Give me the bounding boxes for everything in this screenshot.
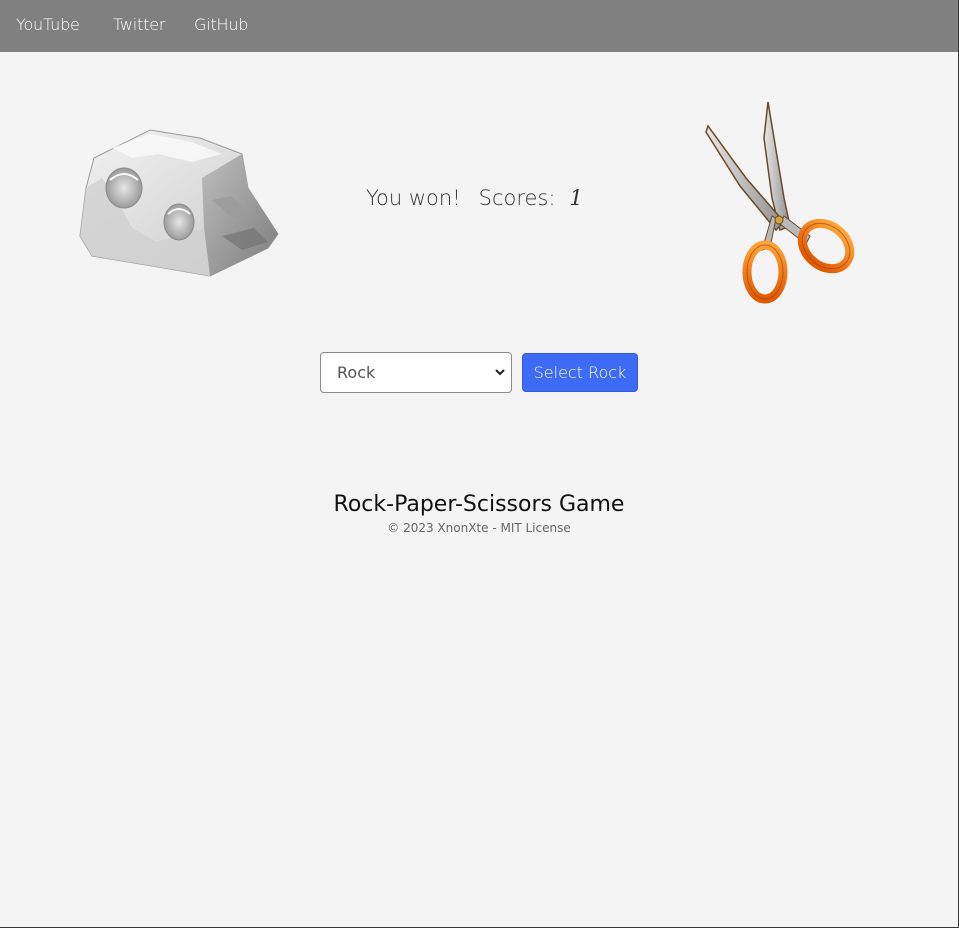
choice-select[interactable]: Rock xyxy=(320,352,512,393)
nav-link-youtube[interactable]: YouTube xyxy=(16,15,80,34)
footer-title: Rock-Paper-Scissors Game xyxy=(333,492,625,517)
result-text: You won! xyxy=(366,186,461,210)
choice-select-value: Rock xyxy=(337,363,376,382)
scores-label: Scores: xyxy=(478,186,556,210)
navbar: YouTube Twitter GitHub xyxy=(0,0,958,52)
score-value: 1 xyxy=(569,186,583,210)
rock-image xyxy=(79,129,279,277)
nav-link-github[interactable]: GitHub xyxy=(194,15,248,34)
chevron-down-icon xyxy=(495,369,505,376)
footer-copyright: © 2023 XnonXte - MIT License xyxy=(387,521,571,535)
nav-link-twitter[interactable]: Twitter xyxy=(113,15,165,34)
scissors-image xyxy=(705,101,855,304)
game-status: You won! Scores: 1 xyxy=(366,186,583,210)
select-choice-button[interactable]: Select Rock xyxy=(522,353,638,392)
